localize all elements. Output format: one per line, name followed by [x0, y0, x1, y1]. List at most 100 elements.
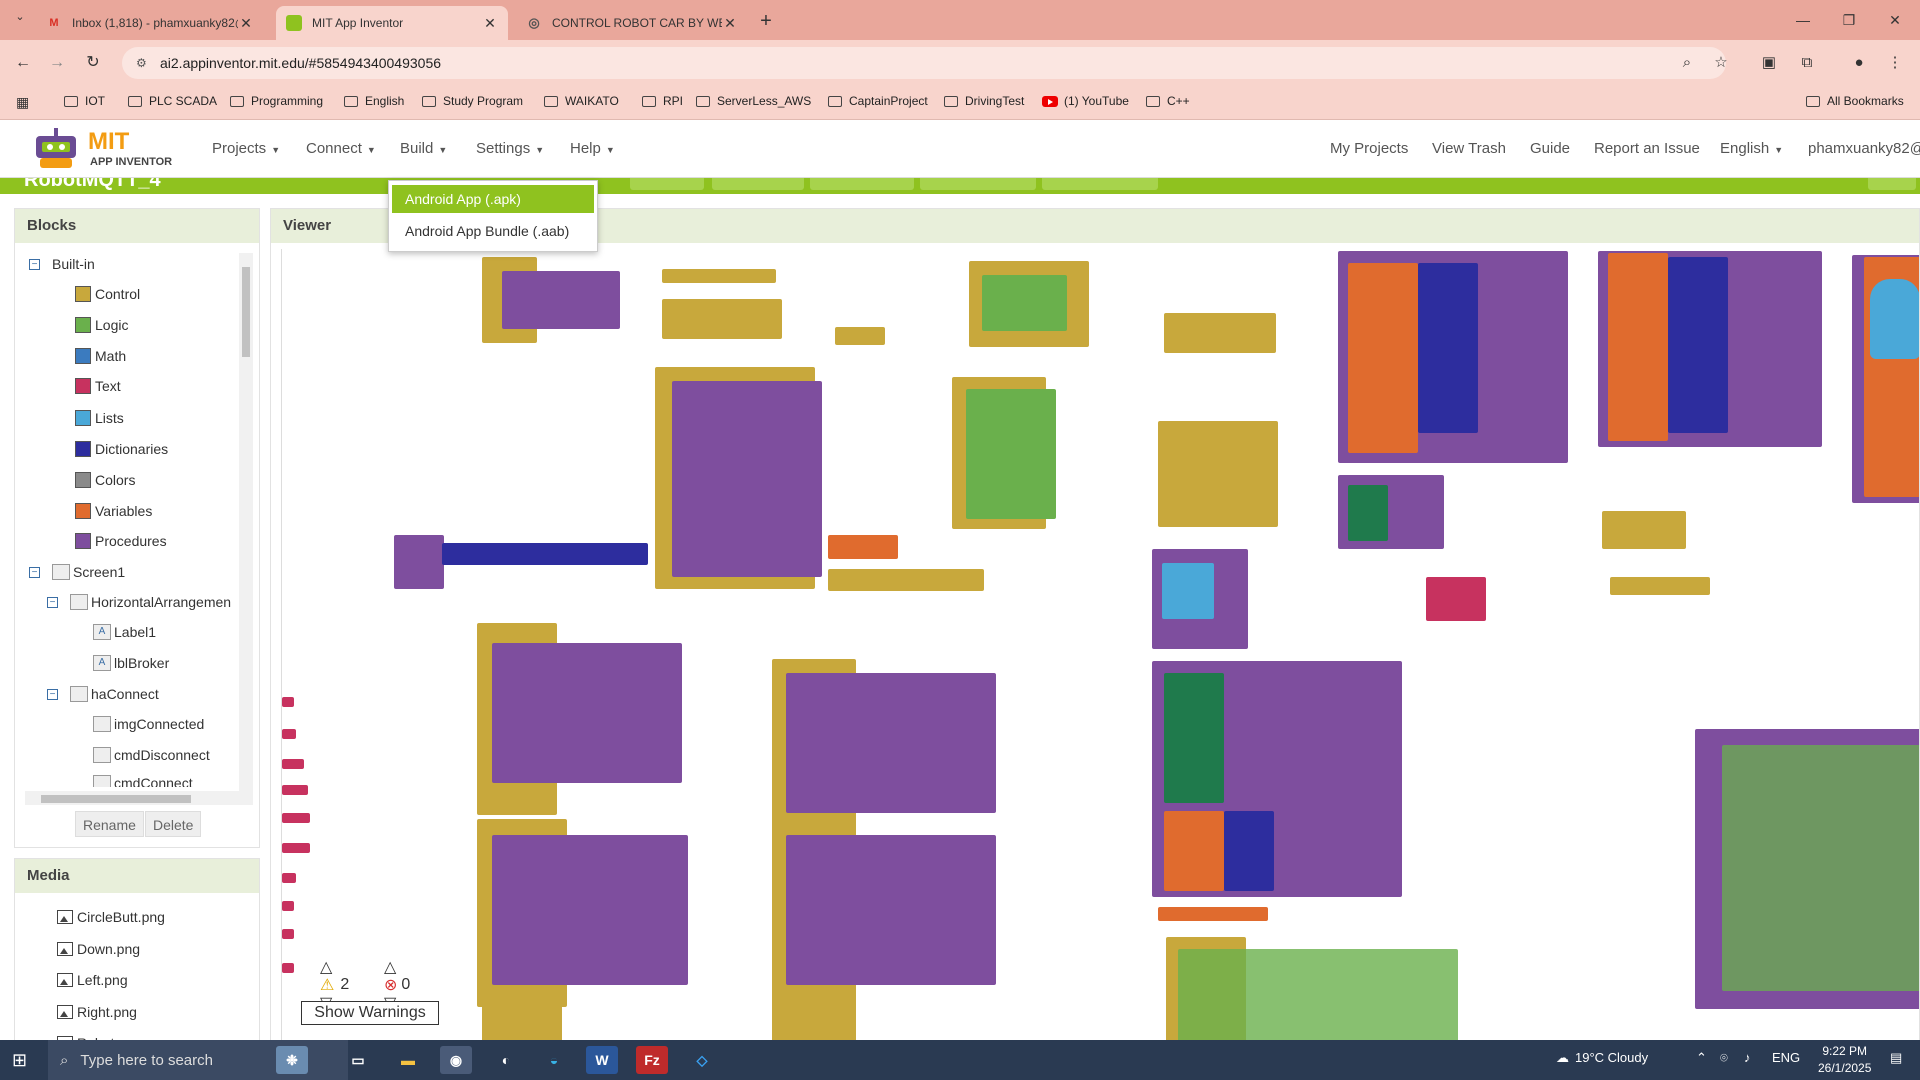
drawer-lists[interactable]: Lists	[75, 407, 124, 429]
text-block[interactable]	[282, 697, 294, 707]
logic-block[interactable]	[982, 275, 1067, 331]
puzzle-icon[interactable]: ⧉	[1796, 52, 1818, 74]
text-block[interactable]	[282, 785, 308, 795]
project-button[interactable]	[630, 178, 704, 190]
logic-block[interactable]	[1164, 673, 1224, 803]
dictionary-block[interactable]	[1224, 811, 1274, 891]
restore-icon[interactable]: ❐	[1826, 8, 1872, 32]
file-explorer-icon[interactable]: ▬	[392, 1046, 424, 1074]
menu-help[interactable]: Help ▼	[570, 140, 615, 157]
tree-cmdconnect[interactable]: cmdConnect	[93, 775, 193, 787]
text-block[interactable]	[282, 929, 294, 939]
bookmark-star-icon[interactable]: ☆	[1710, 52, 1732, 74]
bookmark-programming[interactable]: Programming	[230, 94, 323, 108]
variable-block[interactable]	[1608, 253, 1668, 441]
zoom-icon[interactable]: ⌕	[1676, 52, 1698, 74]
drawer-procedures[interactable]: Procedures	[75, 530, 167, 552]
text-block[interactable]	[282, 873, 296, 883]
bookmark-serverless-aws[interactable]: ServerLess_AWS	[696, 94, 811, 108]
forward-icon[interactable]: →	[44, 50, 70, 76]
language-indicator[interactable]: ENG	[1772, 1050, 1800, 1065]
blocks-workspace[interactable]: △ ⚠ 2 ▽ △ ⊗ 0 ▽	[281, 249, 1919, 1049]
project-button[interactable]	[920, 178, 1036, 190]
bookmark-youtube[interactable]: (1) YouTube	[1042, 94, 1129, 108]
drawer-dictionaries[interactable]: Dictionaries	[75, 438, 168, 460]
scroll-thumb[interactable]	[242, 267, 250, 357]
dictionary-block[interactable]	[442, 543, 648, 565]
collapse-icon[interactable]: −	[29, 258, 40, 270]
link-guide[interactable]: Guide	[1530, 140, 1570, 157]
link-view-trash[interactable]: View Trash	[1432, 140, 1506, 157]
project-button[interactable]	[810, 178, 914, 190]
window-close-icon[interactable]: ✕	[1872, 8, 1918, 32]
tab-gmail[interactable]: M Inbox (1,818) - phamxuanky82@ ✕	[36, 6, 264, 40]
text-block[interactable]	[282, 963, 294, 973]
logic-block[interactable]	[1178, 949, 1458, 1049]
backpack-icon[interactable]	[1870, 279, 1919, 359]
event-block[interactable]	[1164, 313, 1276, 353]
windows-start-icon[interactable]: ⊞	[12, 1050, 27, 1071]
word-icon[interactable]: W	[586, 1046, 618, 1074]
text-block[interactable]	[282, 813, 310, 823]
event-block[interactable]	[1158, 421, 1278, 527]
network-icon[interactable]: ⌾	[1720, 1050, 1728, 1066]
rename-button[interactable]: Rename	[75, 811, 144, 837]
drawer-variables[interactable]: Variables	[75, 500, 152, 522]
text-block[interactable]	[282, 901, 294, 911]
variable-block[interactable]	[1348, 263, 1418, 453]
global-block[interactable]	[828, 535, 898, 559]
task-view-icon[interactable]: ▭	[342, 1046, 374, 1074]
drawer-colors[interactable]: Colors	[75, 469, 135, 491]
tray-overflow-icon[interactable]: ⌃	[1696, 1050, 1707, 1066]
close-icon[interactable]: ✕	[238, 15, 254, 32]
tab-robot-car[interactable]: ◎ CONTROL ROBOT CAR BY WEB ✕	[516, 6, 748, 40]
menu-projects[interactable]: Projects ▼	[212, 140, 280, 157]
chrome-icon[interactable]: ◉	[440, 1046, 472, 1074]
filezilla-icon[interactable]: Fz	[636, 1046, 668, 1074]
tree-screen1[interactable]: − Screen1	[29, 561, 125, 583]
variable-block[interactable]	[1164, 811, 1224, 891]
mit-app-inventor-logo[interactable]: MIT APP INVENTOR	[30, 126, 180, 172]
extension-icon[interactable]: ▣	[1758, 52, 1780, 74]
collapse-icon[interactable]: −	[29, 566, 40, 578]
drawer-logic[interactable]: Logic	[75, 314, 128, 336]
project-button[interactable]	[1868, 178, 1916, 190]
address-bar[interactable]: ⚙ ai2.appinventor.mit.edu/#5854943400493…	[122, 47, 1726, 79]
menu-connect[interactable]: Connect ▼	[306, 140, 376, 157]
menu-item-android-apk[interactable]: Android App (.apk)	[392, 185, 594, 213]
new-tab-icon[interactable]: +	[754, 9, 778, 33]
call-block[interactable]	[786, 835, 996, 985]
show-warnings-button[interactable]: Show Warnings	[301, 1001, 439, 1025]
delete-button[interactable]: Delete	[145, 811, 202, 837]
call-block[interactable]	[786, 673, 996, 813]
clock[interactable]: 9:22 PM 26/1/2025	[1818, 1043, 1871, 1077]
event-block[interactable]	[662, 299, 782, 339]
project-button[interactable]	[712, 178, 804, 190]
scroll-thumb[interactable]	[41, 795, 191, 803]
dictionary-block[interactable]	[1418, 263, 1478, 433]
python-icon[interactable]: ◐	[490, 1046, 522, 1074]
all-bookmarks[interactable]: All Bookmarks	[1806, 94, 1904, 108]
logic-block[interactable]	[1348, 485, 1388, 541]
volume-icon[interactable]: ♪	[1744, 1050, 1751, 1065]
tree-builtin[interactable]: − Built-in	[29, 253, 95, 275]
site-info-icon[interactable]: ⚙	[136, 56, 150, 70]
global-block[interactable]	[828, 569, 984, 591]
call-block[interactable]	[492, 643, 682, 783]
text-block[interactable]	[1426, 577, 1486, 621]
list-block[interactable]	[1162, 563, 1214, 619]
global-block[interactable]	[835, 327, 885, 345]
tree-lblbroker[interactable]: A lblBroker	[93, 652, 169, 674]
reload-icon[interactable]: ↻	[80, 50, 106, 76]
bookmark-iot[interactable]: IOT	[64, 94, 105, 108]
tab-search-icon[interactable]: ⌄	[8, 10, 32, 32]
dictionary-block[interactable]	[1668, 257, 1728, 433]
tree-horizontal-scrollbar[interactable]	[25, 791, 253, 805]
menu-item-android-aab[interactable]: Android App Bundle (.aab)	[392, 217, 594, 245]
weather-widget[interactable]: ☁ 19°C Cloudy	[1556, 1050, 1648, 1066]
logic-block[interactable]	[1722, 745, 1919, 991]
tab-app-inventor[interactable]: MIT App Inventor ✕	[276, 6, 508, 40]
close-icon[interactable]: ✕	[722, 15, 738, 32]
procedure-block[interactable]	[394, 535, 444, 589]
link-my-projects[interactable]: My Projects	[1330, 140, 1408, 157]
